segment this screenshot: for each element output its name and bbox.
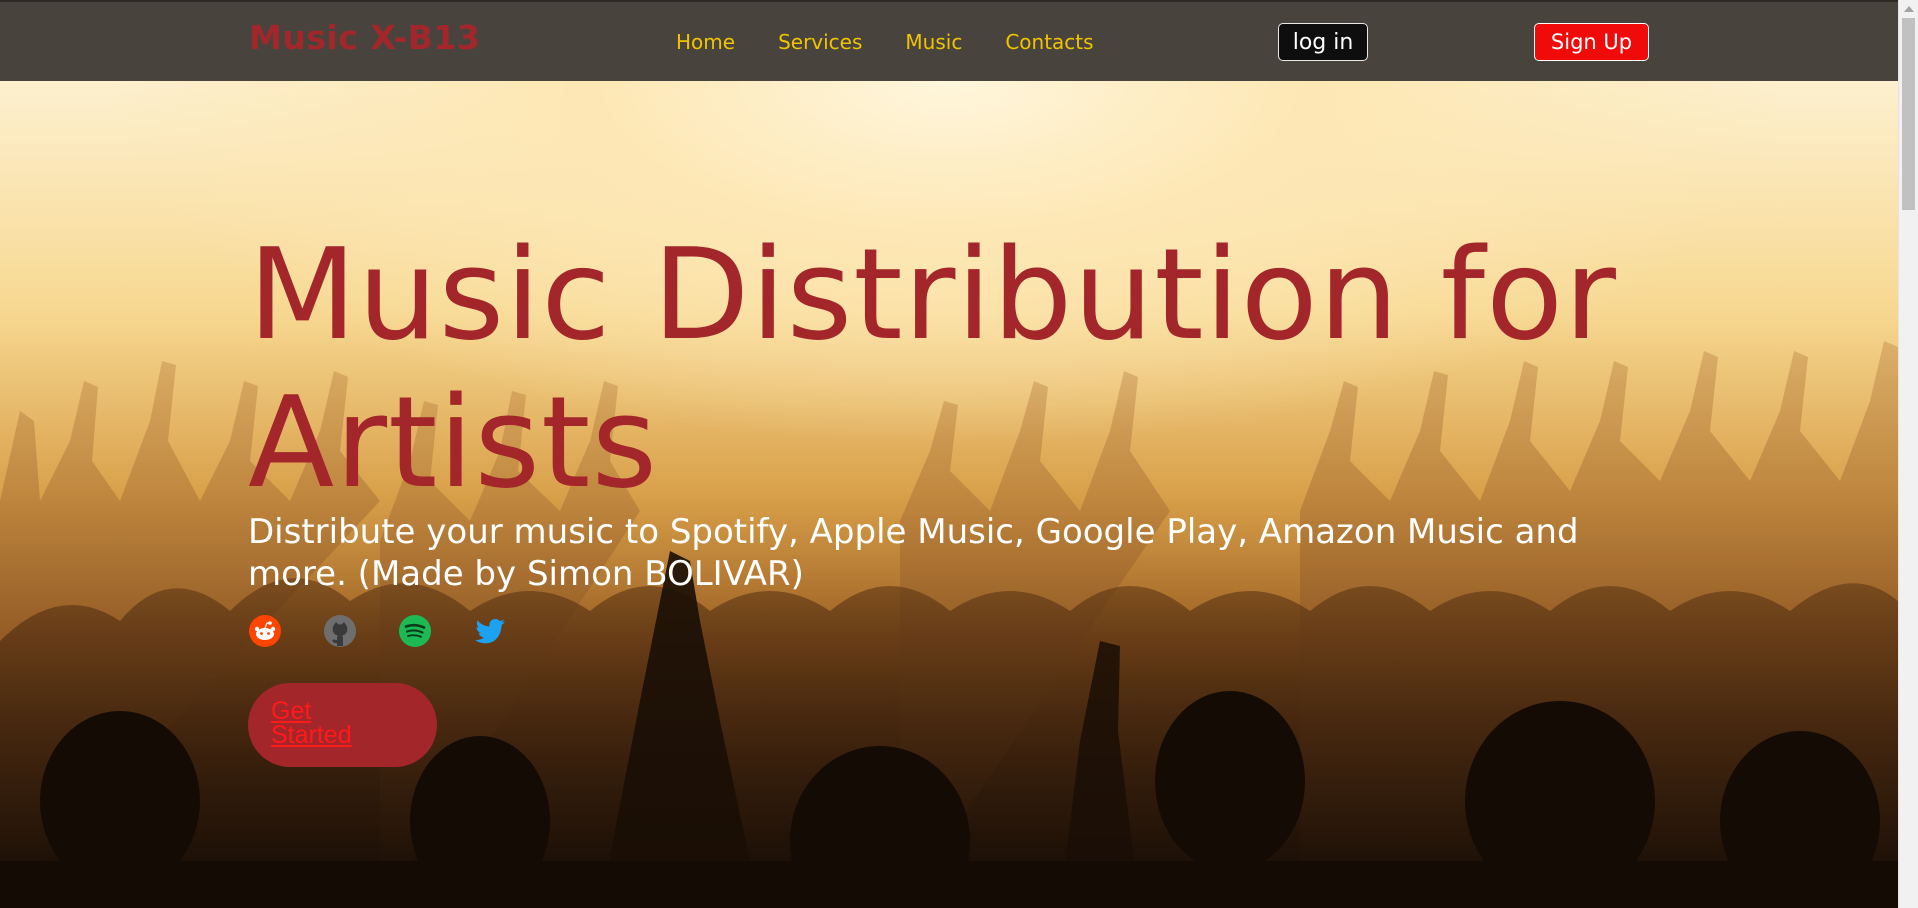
nav-link-home[interactable]: Home [676, 30, 735, 54]
twitter-icon[interactable] [473, 614, 507, 648]
scrollbar[interactable] [1898, 0, 1918, 908]
nav-links: Home Services Music Contacts [676, 30, 1137, 54]
nav-link-services[interactable]: Services [778, 30, 862, 54]
hero-title: Music Distribution for Artists [248, 221, 1617, 516]
nav-link-contacts[interactable]: Contacts [1005, 30, 1093, 54]
scroll-up-icon[interactable] [1904, 6, 1914, 12]
reddit-icon[interactable] [248, 614, 282, 648]
nav-link-music[interactable]: Music [905, 30, 962, 54]
navbar: Music X-B13 Home Services Music Contacts… [0, 0, 1898, 81]
signup-button[interactable]: Sign Up [1534, 23, 1649, 61]
social-links [248, 614, 507, 648]
brand-logo[interactable]: Music X-B13 [249, 18, 480, 57]
spotify-icon[interactable] [398, 614, 432, 648]
hero-section: Music Distribution for Artists Distribut… [0, 81, 1898, 908]
github-icon[interactable] [323, 614, 357, 648]
get-started-button[interactable]: Get Started [248, 683, 437, 767]
login-button[interactable]: log in [1278, 23, 1368, 61]
hero-subtitle: Distribute your music to Spotify, Apple … [248, 512, 1579, 594]
page: Music X-B13 Home Services Music Contacts… [0, 0, 1918, 908]
get-started-label: Get Started [271, 697, 352, 749]
scrollbar-thumb[interactable] [1902, 18, 1915, 210]
